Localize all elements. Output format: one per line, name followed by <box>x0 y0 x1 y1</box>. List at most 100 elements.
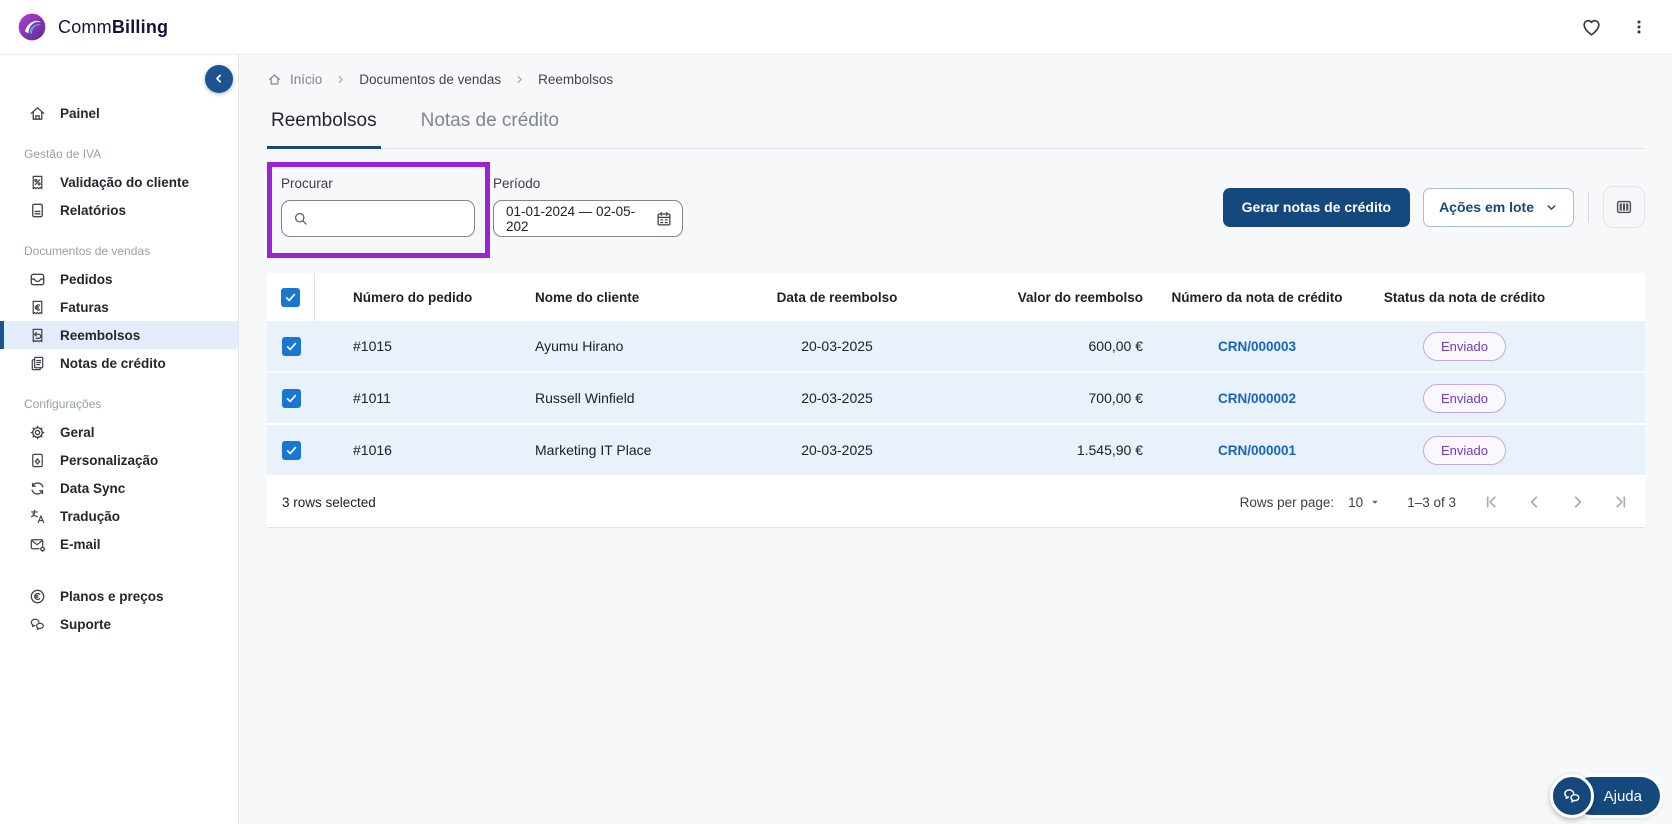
chat-bubbles-icon <box>28 615 47 634</box>
order-number: #1016 <box>353 442 392 458</box>
sync-icon <box>28 479 47 498</box>
sidebar-nav: Painel Gestão de IVA Validação do client… <box>0 55 238 638</box>
chevron-right-icon <box>335 74 346 85</box>
sidebar-item-label: Suporte <box>60 616 112 632</box>
sidebar-item-suporte[interactable]: Suporte <box>0 610 238 638</box>
sidebar-section-configuracoes: Configurações <box>24 397 102 411</box>
table-row[interactable]: #1016 Marketing IT Place 20-03-2025 1.54… <box>267 425 1645 475</box>
last-page-icon <box>1616 495 1626 508</box>
breadcrumb-item[interactable]: Documentos de vendas <box>359 72 501 87</box>
chevron-down-icon <box>1547 204 1556 210</box>
sidebar-item-painel[interactable]: Painel <box>0 99 238 127</box>
pagination-controls <box>1482 493 1630 512</box>
home-icon <box>28 104 47 123</box>
tab-bar: Reembolsos Notas de crédito <box>267 110 1645 149</box>
search-highlight-box: Procurar <box>267 162 490 258</box>
customer-name: Russell Winfield <box>535 390 635 406</box>
credit-note-link[interactable]: CRN/000002 <box>1218 391 1296 406</box>
batch-actions-label: Ações em lote <box>1439 199 1534 215</box>
favorite-icon[interactable] <box>1581 17 1602 38</box>
document-icon <box>28 201 47 220</box>
search-input[interactable] <box>318 210 464 227</box>
sidebar-collapse-button[interactable] <box>205 65 233 93</box>
sidebar-item-reembolsos[interactable]: Reembolsos <box>0 321 238 349</box>
receipt-euro-icon <box>28 298 47 317</box>
status-badge[interactable]: Enviado <box>1423 435 1506 465</box>
brand-logo[interactable]: CommBilling <box>16 11 168 43</box>
status-badge[interactable]: Enviado <box>1423 331 1506 361</box>
status-badge[interactable]: Enviado <box>1423 383 1506 413</box>
sidebar-item-pedidos[interactable]: Pedidos <box>0 265 238 293</box>
search-field[interactable] <box>281 200 475 237</box>
period-input[interactable]: 01-01-2024 — 02-05-202 <box>493 200 683 237</box>
column-header-order[interactable]: Número do pedido <box>315 290 497 305</box>
row-checkbox[interactable] <box>281 388 301 408</box>
help-widget[interactable]: Ajuda <box>1549 774 1660 818</box>
sidebar-item-label: Painel <box>60 105 100 121</box>
chevron-left-icon <box>1530 495 1538 508</box>
refunds-table: Número do pedido Nome do cliente Data de… <box>267 273 1645 528</box>
check-icon <box>285 293 296 301</box>
help-chat-icon[interactable] <box>1549 774 1594 818</box>
sidebar-item-label: Relatórios <box>60 202 127 218</box>
main-content: Início Documentos de vendas Reembolsos R… <box>239 55 1672 824</box>
tab-reembolsos[interactable]: Reembolsos <box>267 110 381 149</box>
refund-amount: 700,00 € <box>1088 390 1144 406</box>
batch-actions-button[interactable]: Ações em lote <box>1423 187 1574 227</box>
first-page-button[interactable] <box>1482 493 1501 512</box>
credit-note-link[interactable]: CRN/000003 <box>1218 339 1296 354</box>
row-checkbox[interactable] <box>281 336 301 356</box>
next-page-button[interactable] <box>1568 493 1587 512</box>
sidebar-item-notas-de-credito[interactable]: Notas de crédito <box>0 349 238 377</box>
credit-note-link[interactable]: CRN/000001 <box>1218 443 1296 458</box>
breadcrumb-home[interactable]: Início <box>267 72 322 87</box>
last-page-button[interactable] <box>1611 493 1630 512</box>
sidebar: Painel Gestão de IVA Validação do client… <box>0 55 239 824</box>
period-field-group: Período 01-01-2024 — 02-05-202 <box>493 176 683 237</box>
sidebar-item-geral[interactable]: Geral <box>0 418 238 446</box>
refund-date: 20-03-2025 <box>801 390 873 406</box>
sidebar-item-label: Notas de crédito <box>60 355 166 371</box>
column-header-status[interactable]: Status da nota de crédito <box>1357 290 1572 305</box>
rows-per-page-select[interactable]: 10 <box>1348 495 1381 510</box>
sidebar-item-personalizacao[interactable]: Personalização <box>0 446 238 474</box>
sidebar-item-label: Tradução <box>60 508 121 524</box>
select-all-checkbox[interactable] <box>281 287 300 307</box>
more-menu-icon[interactable] <box>1630 18 1648 36</box>
tab-notas-de-credito[interactable]: Notas de crédito <box>417 110 563 149</box>
search-label: Procurar <box>281 176 333 191</box>
sidebar-item-label: Geral <box>60 424 95 440</box>
sidebar-item-faturas[interactable]: Faturas <box>0 293 238 321</box>
sidebar-item-email[interactable]: E-mail <box>0 530 238 558</box>
generate-credit-notes-button[interactable]: Gerar notas de crédito <box>1222 187 1411 227</box>
sidebar-item-planos-e-precos[interactable]: Planos e preços <box>0 582 238 610</box>
table-row[interactable]: #1011 Russell Winfield 20-03-2025 700,00… <box>267 373 1645 423</box>
sidebar-item-data-sync[interactable]: Data Sync <box>0 474 238 502</box>
refund-amount: 1.545,90 € <box>1076 442 1143 458</box>
check-icon <box>286 446 296 454</box>
sidebar-item-traducao[interactable]: Tradução <box>0 502 238 530</box>
customer-name: Ayumu Hirano <box>535 338 624 354</box>
sidebar-item-validacao-cliente[interactable]: Validação do cliente <box>0 168 238 196</box>
previous-page-button[interactable] <box>1525 493 1544 512</box>
first-page-icon <box>1486 495 1496 508</box>
sidebar-item-label: Reembolsos <box>60 327 141 343</box>
sidebar-item-label: E-mail <box>60 536 101 552</box>
manage-columns-button[interactable] <box>1603 186 1645 228</box>
column-header-customer[interactable]: Nome do cliente <box>497 290 727 305</box>
sidebar-item-relatorios[interactable]: Relatórios <box>0 196 238 224</box>
mail-gear-icon <box>28 535 47 554</box>
column-header-date[interactable]: Data de reembolso <box>727 290 947 305</box>
check-icon <box>286 394 296 402</box>
breadcrumb: Início Documentos de vendas Reembolsos <box>267 72 1645 87</box>
column-header-credit-note[interactable]: Número da nota de crédito <box>1157 290 1357 305</box>
table-row[interactable]: #1015 Ayumu Hirano 20-03-2025 600,00 € C… <box>267 321 1645 371</box>
sidebar-item-label: Pedidos <box>60 271 113 287</box>
search-icon <box>292 210 310 228</box>
chevron-right-icon <box>514 74 525 85</box>
sidebar-item-label: Personalização <box>60 452 159 468</box>
row-checkbox[interactable] <box>281 440 301 460</box>
column-header-amount[interactable]: Valor do reembolso <box>947 290 1157 305</box>
check-icon <box>286 342 296 350</box>
sidebar-item-label: Planos e preços <box>60 588 164 604</box>
